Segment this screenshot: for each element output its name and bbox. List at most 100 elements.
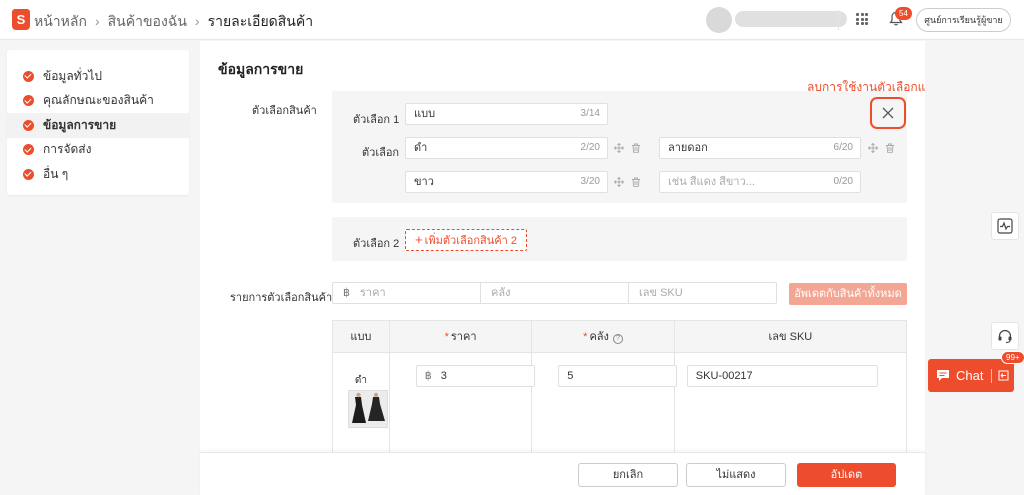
- sidebar-item-label: อื่น ๆ: [43, 166, 69, 181]
- char-counter: 3/14: [580, 108, 600, 119]
- char-counter: 6/20: [833, 142, 853, 153]
- trash-icon[interactable]: [631, 143, 641, 153]
- sidebar-item-sales-info[interactable]: ข้อมูลการขาย: [7, 113, 189, 138]
- breadcrumb-my-products[interactable]: สินค้าของฉัน: [108, 13, 187, 29]
- chevron-right-icon: ›: [194, 13, 200, 29]
- check-circle-icon: [23, 95, 34, 107]
- input-value: ดำ: [414, 142, 428, 154]
- activity-chart-icon: [997, 218, 1013, 234]
- option-input[interactable]: ขาว 3/20: [405, 171, 608, 193]
- chat-bubble-icon: [937, 370, 949, 381]
- new-option-input[interactable]: เช่น สีแดง สีขาว... 0/20: [659, 171, 861, 193]
- drag-move-icon[interactable]: [614, 143, 624, 153]
- sidebar-item-label: ข้อมูลการขาย: [43, 117, 117, 132]
- section-title: ข้อมูลการขาย: [218, 61, 304, 77]
- price-cell: ฿ 3: [390, 353, 535, 463]
- currency-symbol: ฿: [343, 287, 350, 299]
- apply-to-all-button[interactable]: อัพเดตกับสินค้าทั้งหมด: [789, 283, 907, 305]
- check-circle-icon: [23, 119, 34, 131]
- learning-center-button[interactable]: ศูนย์การเรียนรู้ผู้ขาย: [916, 8, 1011, 32]
- breadcrumb: หน้าหลัก › สินค้าของฉัน › รายละเอียดสินค้า: [34, 11, 313, 33]
- input-placeholder: คลัง: [491, 287, 511, 299]
- input-value: ลายดอก: [668, 142, 708, 154]
- check-circle-icon: [23, 70, 34, 82]
- price-input[interactable]: ฿ 3: [415, 365, 535, 387]
- sidebar-item-attributes[interactable]: คุณลักษณะของสินค้า: [7, 89, 189, 114]
- variant-image[interactable]: [348, 390, 388, 428]
- input-placeholder: ราคา: [360, 287, 386, 299]
- sidebar-item-general-info[interactable]: ข้อมูลทั่วไป: [7, 64, 189, 89]
- performance-button[interactable]: [991, 212, 1019, 240]
- column-sku: เลข SKU: [768, 331, 813, 343]
- input-value: 3: [440, 370, 447, 382]
- apps-grid-icon[interactable]: [856, 13, 868, 25]
- sku-cell: SKU-00217: [675, 353, 906, 463]
- sidebar-item-label: ข้อมูลทั่วไป: [43, 68, 102, 83]
- table-row: ดำ ฿ 3 5 SKU-00217: [333, 353, 906, 463]
- sidebar-item-others[interactable]: อื่น ๆ: [7, 162, 189, 187]
- expand-window-icon: [998, 370, 1009, 381]
- sidebar: ข้อมูลทั่วไป คุณลักษณะของสินค้า ข้อมูลกา…: [7, 50, 189, 195]
- stock-input[interactable]: 5: [558, 365, 678, 387]
- chevron-right-icon: ›: [94, 13, 100, 29]
- shopee-logo[interactable]: S: [12, 9, 30, 30]
- input-value: แบบ: [414, 108, 436, 120]
- char-counter: 2/20: [580, 142, 600, 153]
- footer-action-bar: ยกเลิก ไม่แสดง อัปเดต: [200, 452, 925, 495]
- close-icon: [882, 107, 894, 119]
- currency-symbol: ฿: [424, 370, 432, 382]
- chat-button[interactable]: Chat: [928, 359, 1014, 392]
- sidebar-item-label: การจัดส่ง: [43, 142, 92, 157]
- headset-icon: [998, 329, 1012, 343]
- check-circle-icon: [23, 168, 34, 180]
- hide-button[interactable]: ไม่แสดง: [686, 463, 786, 487]
- column-price: * ราคา: [390, 321, 533, 352]
- bulk-stock-input[interactable]: คลัง: [481, 283, 629, 303]
- variation-1-name-input[interactable]: แบบ 3/14: [405, 103, 608, 125]
- char-counter: 3/20: [580, 176, 600, 187]
- username-placeholder[interactable]: [735, 11, 847, 27]
- drag-move-icon[interactable]: [614, 177, 624, 187]
- option-input[interactable]: ลายดอก 6/20: [659, 137, 861, 159]
- input-value: ขาว: [414, 176, 434, 188]
- sidebar-item-shipping[interactable]: การจัดส่ง: [7, 138, 189, 163]
- column-stock: * คลัง?: [532, 321, 675, 352]
- add-variation-2-label: เพิ่มตัวเลือกสินค้า 2: [424, 235, 517, 247]
- cancel-button[interactable]: ยกเลิก: [578, 463, 678, 487]
- sidebar-item-label: คุณลักษณะของสินค้า: [43, 93, 154, 108]
- option-input[interactable]: ดำ 2/20: [405, 137, 608, 159]
- update-button[interactable]: อัปเดต: [797, 463, 896, 487]
- char-counter: 0/20: [833, 176, 853, 187]
- trash-icon[interactable]: [885, 143, 895, 153]
- variation-list-label: รายการตัวเลือกสินค้า: [230, 292, 333, 304]
- add-variation-2-button[interactable]: + เพิ่มตัวเลือกสินค้า 2: [405, 229, 527, 251]
- stock-cell: 5: [532, 353, 678, 463]
- remove-variation-button[interactable]: [870, 97, 906, 129]
- drag-move-icon[interactable]: [868, 143, 878, 153]
- column-variant: แบบ: [333, 321, 390, 352]
- input-placeholder: เช่น สีแดง สีขาว...: [668, 176, 755, 188]
- table-header: แบบ * ราคา * คลัง? เลข SKU: [333, 321, 906, 353]
- support-button[interactable]: [991, 322, 1019, 350]
- help-icon[interactable]: ?: [612, 334, 623, 344]
- trash-icon[interactable]: [631, 177, 641, 187]
- bulk-sku-input[interactable]: เลข SKU: [629, 283, 776, 303]
- divider: [991, 368, 993, 383]
- check-circle-icon: [23, 144, 34, 156]
- column-label: ราคา: [450, 331, 477, 343]
- avatar[interactable]: [706, 7, 732, 33]
- chat-label: Chat: [956, 368, 984, 383]
- notification-badge: 54: [895, 7, 912, 20]
- breadcrumb-home[interactable]: หน้าหลัก: [34, 13, 87, 29]
- column-label: คลัง: [589, 331, 609, 343]
- sku-input[interactable]: SKU-00217: [686, 365, 878, 387]
- top-bar: S หน้าหลัก › สินค้าของฉัน › รายละเอียดสินค้า…: [0, 0, 1024, 40]
- bulk-edit-bar: ฿ ราคา คลัง เลข SKU: [332, 282, 777, 304]
- required-mark: *: [583, 331, 588, 343]
- sales-info-card: ข้อมูลการขาย ลบการใช้งานตัวเลือกแบบสินค้…: [200, 41, 925, 495]
- options-label: ตัวเลือก: [362, 147, 400, 159]
- bulk-price-input[interactable]: ฿ ราคา: [333, 283, 481, 303]
- variation-table: แบบ * ราคา * คลัง? เลข SKU ดำ ฿ 3 5 SKU-…: [332, 320, 907, 463]
- breadcrumb-product-detail: รายละเอียดสินค้า: [207, 13, 314, 29]
- variation-label: ตัวเลือกสินค้า: [252, 105, 317, 117]
